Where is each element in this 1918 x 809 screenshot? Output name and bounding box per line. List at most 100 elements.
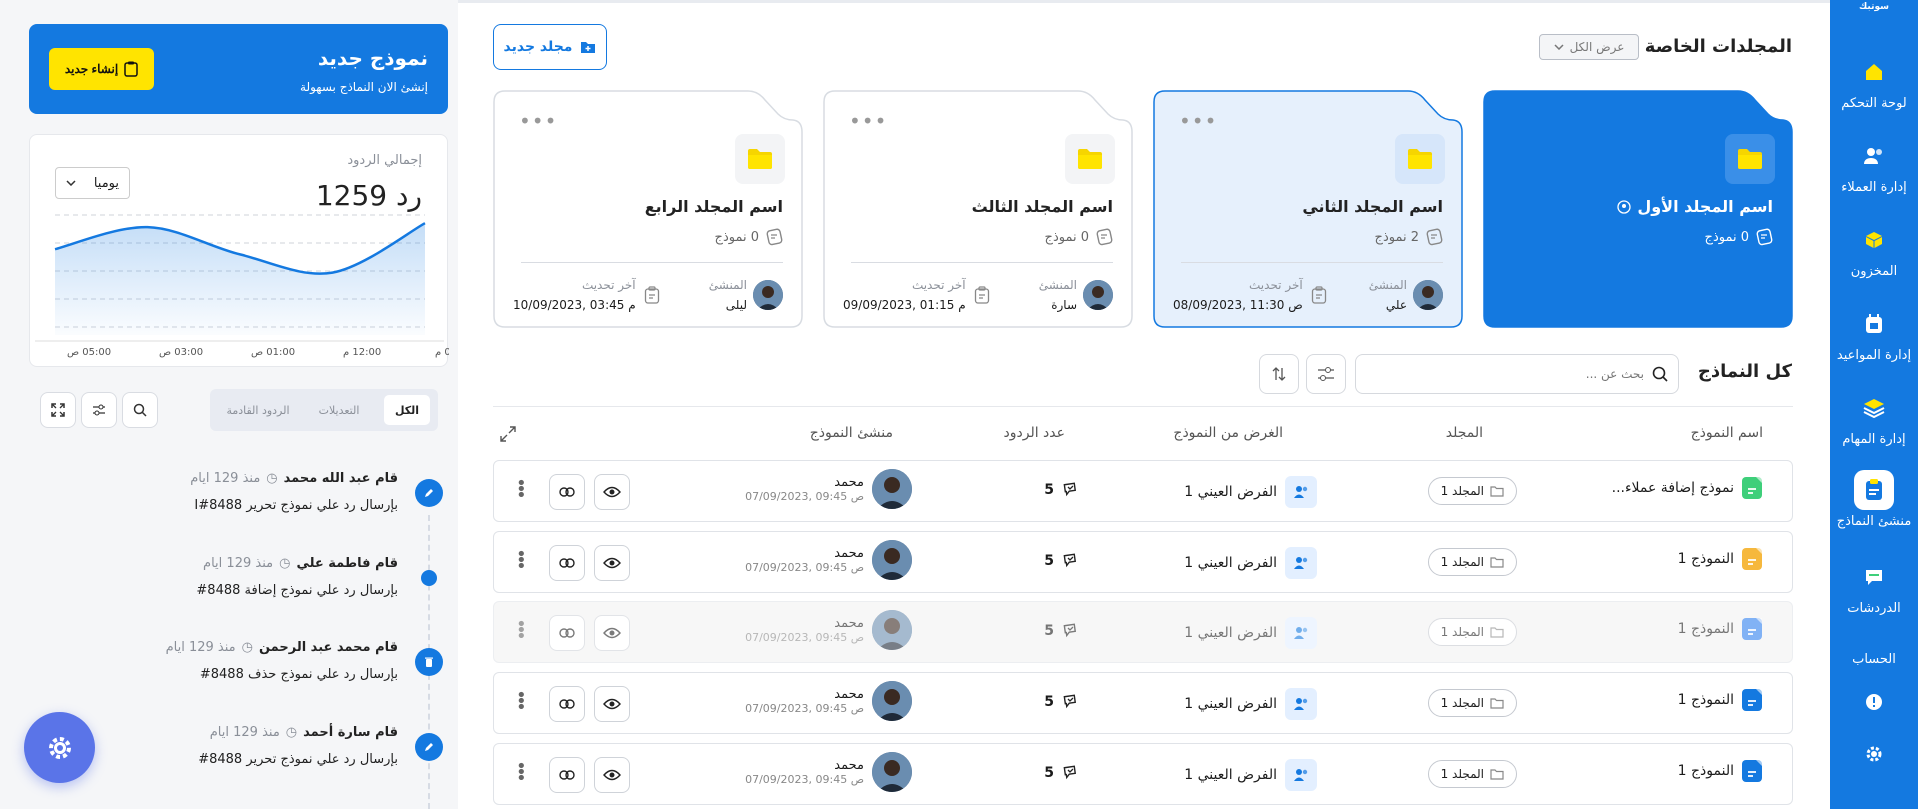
- expand-button[interactable]: [40, 392, 76, 428]
- view-button[interactable]: [594, 757, 630, 793]
- folder-card[interactable]: اسم المجلد الثاني 2 نموذج ••• المنشئ علي آ…: [1153, 90, 1463, 328]
- link-icon: [559, 558, 575, 568]
- new-folder-label: مجلد جديد: [503, 39, 573, 55]
- sidebar-item-inventory[interactable]: المخزون: [1830, 220, 1918, 279]
- eye-icon: [603, 698, 621, 710]
- clipboard-icon: [974, 286, 989, 304]
- forms-search[interactable]: [1355, 354, 1679, 394]
- creator-name: محمد: [834, 546, 864, 561]
- banner-subtitle: إنشئ الان النماذج بسهولة: [300, 80, 428, 94]
- view-button[interactable]: [594, 474, 630, 510]
- creator-name: محمد: [834, 758, 864, 773]
- reply-count: 5: [1044, 482, 1054, 498]
- table-row[interactable]: النموذج 1 المجلد 1 الفرض العيني 1 5 محمد…: [493, 601, 1793, 663]
- copy-link-button[interactable]: [549, 545, 585, 581]
- form-name: النموذج 1: [1677, 551, 1734, 567]
- owner-label: المنشئ: [708, 278, 747, 292]
- avatar: [1413, 280, 1443, 310]
- activity-time: منذ 129 ايام: [165, 640, 236, 655]
- folder-divider: [1181, 262, 1443, 263]
- folder-more-button[interactable]: •••: [849, 111, 887, 131]
- folder-outline-icon: [1490, 486, 1504, 497]
- sidebar-item-dashboard[interactable]: لوحة التحكم: [1830, 52, 1918, 111]
- sidebar-item-tasks[interactable]: إدارة المهام: [1830, 388, 1918, 447]
- avatar: [872, 540, 912, 580]
- gear-icon: [1854, 734, 1894, 774]
- users-icon: [1854, 136, 1894, 176]
- folder-more-button[interactable]: •••: [519, 111, 557, 131]
- tab-upcoming-replies[interactable]: الردود القادمة: [216, 395, 300, 425]
- tab-all[interactable]: الكل: [384, 395, 430, 425]
- sidebar-item-customers[interactable]: إدارة العملاء: [1830, 136, 1918, 195]
- copy-link-button[interactable]: [549, 474, 585, 510]
- expand-icon: [500, 426, 516, 442]
- activity-actor: قام محمد عبد الرحمن: [258, 640, 398, 655]
- search-input[interactable]: [1366, 367, 1644, 381]
- folder-more-button[interactable]: •••: [1179, 111, 1217, 131]
- x-tick-label: 09:00 م: [435, 347, 449, 358]
- new-folder-button[interactable]: مجلد جديد: [493, 24, 607, 70]
- expand-table-button[interactable]: [499, 425, 517, 447]
- table-row[interactable]: النموذج 1 المجلد 1 الفرض العيني 1 5 محمد…: [493, 743, 1793, 805]
- search-icon: [1652, 366, 1668, 382]
- sort-button[interactable]: [1259, 354, 1299, 394]
- responses-area-chart: 09:00 م 12:00 م 01:00 ص 03:00 ص 05:00 ص: [35, 214, 449, 358]
- form-doc-icon: [1742, 618, 1762, 640]
- reply-count: 5: [1044, 694, 1054, 710]
- tab-edits[interactable]: التعديلات: [304, 395, 374, 425]
- view-button[interactable]: [594, 545, 630, 581]
- sidebar-item-appointments[interactable]: إدارة المواعيد: [1830, 304, 1918, 363]
- sliders-icon: [93, 404, 105, 416]
- banner-title: نموذج جديد: [317, 46, 428, 70]
- info-button[interactable]: [1830, 682, 1918, 722]
- chat-bubbles-icon: [1063, 553, 1077, 568]
- col-folder: المجلد: [1445, 425, 1483, 441]
- floating-settings-button[interactable]: [24, 712, 95, 783]
- copy-link-button[interactable]: [549, 757, 585, 793]
- more-options-icon[interactable]: • • •: [516, 616, 527, 646]
- creator-date: 07/09/2023, 09:45 ص: [745, 702, 864, 715]
- more-options-icon[interactable]: • • •: [516, 687, 527, 717]
- filter-button[interactable]: [81, 392, 117, 428]
- folder-card[interactable]: اسم المجلد الثالث 0 نموذج ••• المنشئ سارة …: [823, 90, 1133, 328]
- col-replies: عدد الردود: [1003, 425, 1066, 441]
- view-button[interactable]: [594, 615, 630, 651]
- table-row[interactable]: النموذج 1 المجلد 1 الفرض العيني 1 5 محمد…: [493, 531, 1793, 593]
- view-button[interactable]: [594, 686, 630, 722]
- search-icon: [133, 403, 147, 417]
- folder-card[interactable]: اسم المجلد الأول 0 نموذج: [1483, 90, 1793, 328]
- folder-name: اسم المجلد الثالث: [971, 197, 1113, 216]
- sidebar-item-account[interactable]: الحساب: [1830, 648, 1918, 667]
- view-all-select[interactable]: عرض الكل: [1539, 34, 1639, 60]
- copy-link-button[interactable]: [549, 686, 585, 722]
- sidebar-item-form-builder[interactable]: منشئ النماذج: [1830, 470, 1918, 529]
- owner-name: سارة: [1051, 298, 1077, 312]
- home-icon: [1854, 52, 1894, 92]
- top-divider: [458, 0, 1830, 3]
- table-row[interactable]: نموذج إضافة عملاء... المجلد 1 الفرض العي…: [493, 460, 1793, 522]
- copy-link-button[interactable]: [549, 615, 585, 651]
- creator-name: محمد: [834, 687, 864, 702]
- folder-name: اسم المجلد الثاني: [1302, 197, 1443, 216]
- updated-label: آخر تحديث: [581, 278, 636, 292]
- search-button[interactable]: [122, 392, 158, 428]
- more-options-icon[interactable]: • • •: [516, 475, 527, 505]
- filter-button[interactable]: [1306, 354, 1346, 394]
- create-new-button[interactable]: إنشاء جديد: [49, 48, 154, 90]
- folder-card[interactable]: اسم المجلد الرابع 0 نموذج ••• المنشئ ليلى …: [493, 90, 803, 328]
- folder-pill: المجلد 1: [1427, 477, 1517, 505]
- eye-icon: [603, 557, 621, 569]
- x-tick-label: 01:00 ص: [251, 347, 295, 358]
- creator-date: 07/09/2023, 09:45 ص: [745, 561, 864, 574]
- reply-count: 5: [1044, 765, 1054, 781]
- sidebar-item-chats[interactable]: الدردشات: [1830, 557, 1918, 616]
- avatar: [872, 469, 912, 509]
- all-forms-title: كل النماذج: [1697, 361, 1792, 382]
- settings-button[interactable]: [1830, 734, 1918, 774]
- more-options-icon[interactable]: • • •: [516, 758, 527, 788]
- table-row[interactable]: النموذج 1 المجلد 1 الفرض العيني 1 5 محمد…: [493, 672, 1793, 734]
- sort-icon: [1272, 367, 1286, 381]
- chat-bubbles-icon: [1063, 482, 1077, 497]
- more-options-icon[interactable]: • • •: [516, 546, 527, 576]
- link-icon: [559, 770, 575, 780]
